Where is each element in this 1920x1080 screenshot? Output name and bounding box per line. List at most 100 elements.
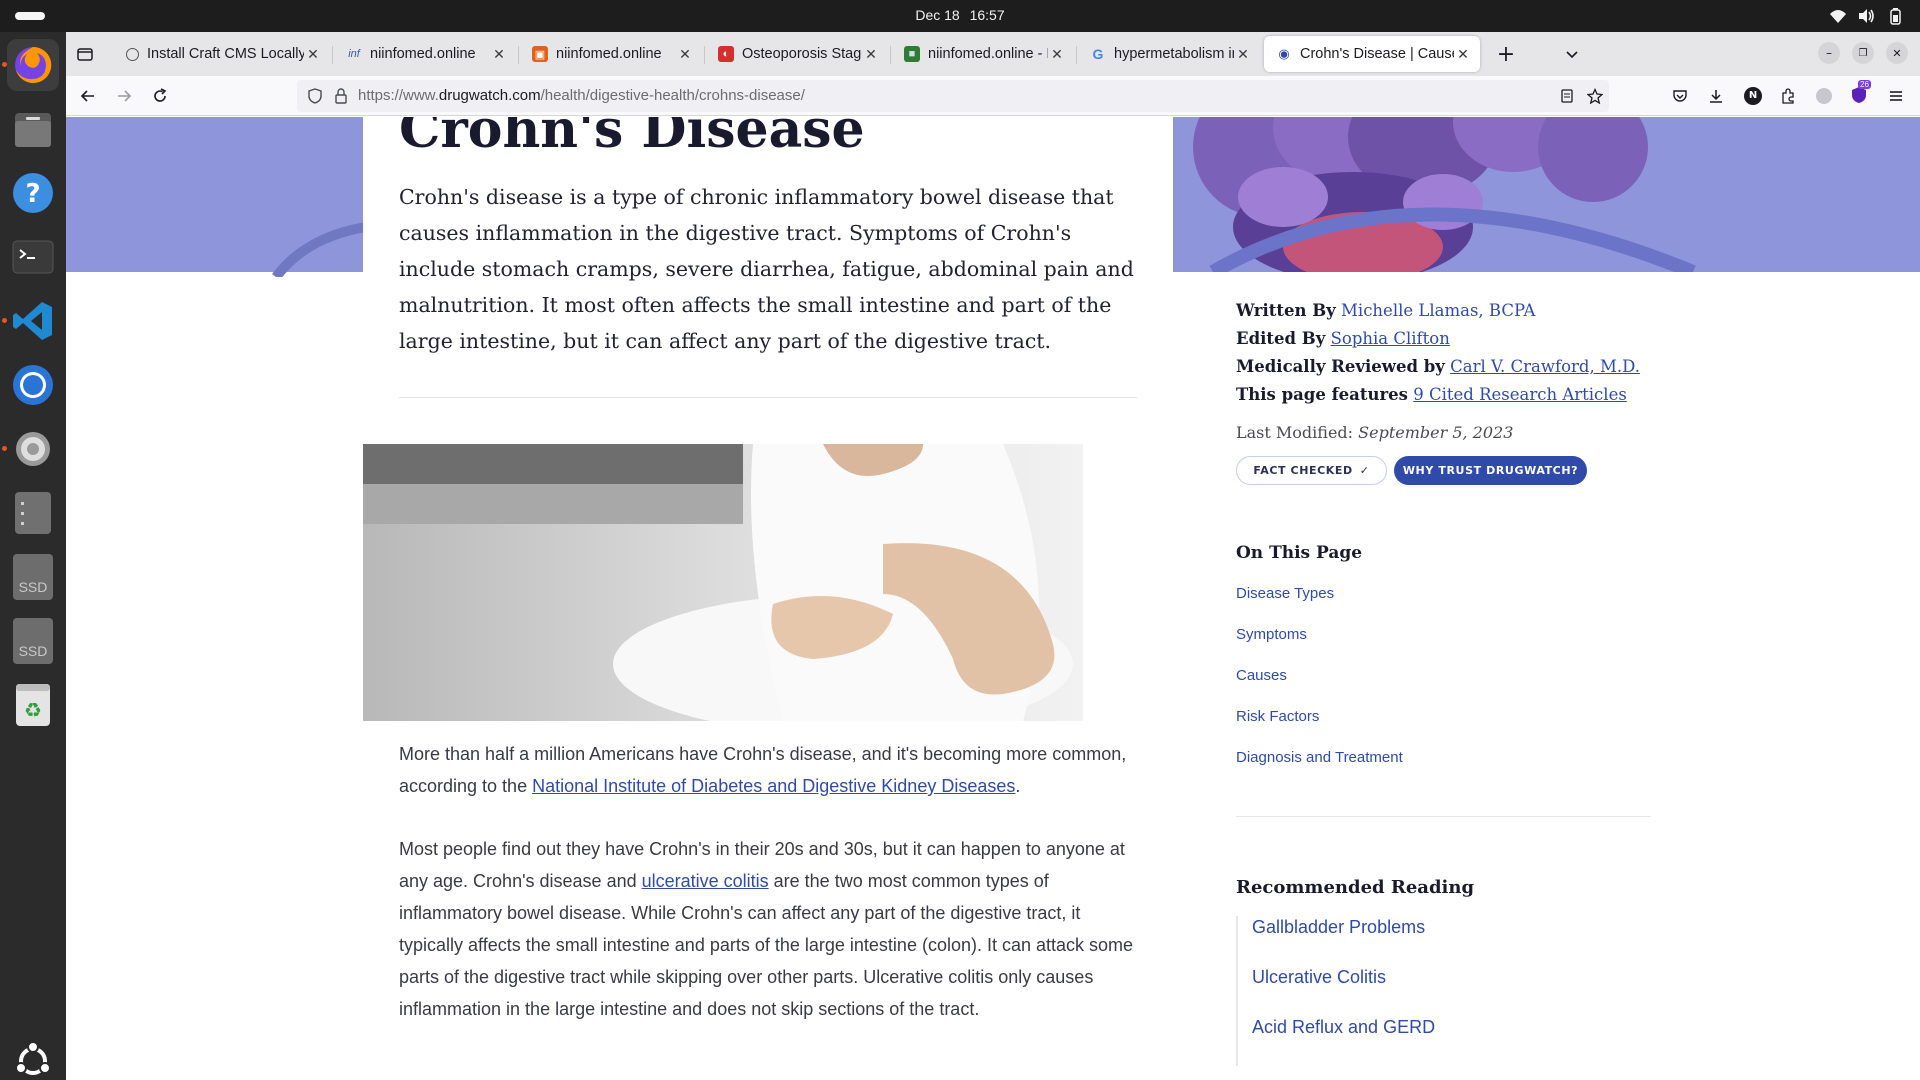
- green-favicon-icon: ■: [904, 46, 920, 62]
- toc-link-diagnosis[interactable]: Diagnosis and Treatment: [1236, 747, 1656, 788]
- google-icon: G: [1092, 46, 1104, 62]
- toc-link-symptoms[interactable]: Symptoms: [1236, 624, 1656, 665]
- close-icon[interactable]: ✕: [304, 46, 322, 63]
- close-icon[interactable]: ✕: [490, 46, 508, 63]
- recommended-link-acid-reflux[interactable]: Acid Reflux and GERD: [1252, 1016, 1656, 1066]
- volume-icon[interactable]: [1857, 7, 1875, 25]
- dock-files[interactable]: [7, 103, 59, 155]
- dock-disk[interactable]: [7, 487, 59, 539]
- pocket-icon[interactable]: [1672, 88, 1688, 104]
- tab-title: niinfomed.online: [370, 46, 476, 62]
- svg-text:♻: ♻: [24, 698, 42, 722]
- tab-niinfomed-1[interactable]: inf niinfomed.online ✕: [334, 36, 516, 72]
- dock-vscode[interactable]: [2, 295, 59, 347]
- back-button[interactable]: [74, 82, 102, 110]
- niddk-link[interactable]: National Institute of Diabetes and Diges…: [532, 776, 1015, 796]
- close-window-button[interactable]: ✕: [1886, 42, 1908, 64]
- drive-icon: [15, 492, 51, 534]
- chrome-icon: [13, 365, 53, 405]
- system-top-bar: Dec 18 16:57: [0, 0, 1920, 32]
- profile-extension-icon[interactable]: [1816, 88, 1832, 104]
- toc-link-causes[interactable]: Causes: [1236, 665, 1656, 706]
- tab-niinfomed-health[interactable]: ■ niinfomed.online - Healt ✕: [892, 36, 1074, 72]
- dock-chrome[interactable]: [7, 359, 59, 411]
- url-domain: drugwatch.com: [438, 87, 541, 104]
- close-icon[interactable]: ✕: [1454, 46, 1472, 63]
- tab-osteoporosis[interactable]: ◐ Osteoporosis Stages Bor ✕: [706, 36, 888, 72]
- article-photo: [363, 444, 1083, 721]
- tab-niinfomed-2[interactable]: ▣ niinfomed.online ✕: [520, 36, 702, 72]
- editor-link[interactable]: Sophia Clifton: [1331, 329, 1450, 348]
- wifi-icon[interactable]: [1829, 7, 1847, 25]
- para1-end: .: [1015, 776, 1021, 796]
- sidebar: Written By Michelle Llamas, BCPA Edited …: [1236, 272, 1656, 1066]
- edited-by-line: Edited By Sophia Clifton: [1236, 325, 1656, 353]
- url-bar[interactable]: https://www.drugwatch.com/health/digesti…: [297, 80, 1609, 112]
- tab-install-craft[interactable]: Install Craft CMS Locally ✕: [114, 36, 330, 72]
- dock-firefox[interactable]: [2, 39, 59, 91]
- navigation-bar: https://www.drugwatch.com/health/digesti…: [66, 76, 1920, 116]
- recommended-link-gallbladder[interactable]: Gallbladder Problems: [1252, 916, 1656, 966]
- cited-articles-link[interactable]: 9 Cited Research Articles: [1413, 385, 1627, 404]
- ulcerative-colitis-link[interactable]: ulcerative colitis: [642, 871, 769, 891]
- gear-icon: [16, 432, 50, 466]
- check-icon: ✓: [1359, 464, 1370, 477]
- tab-google-search[interactable]: G hypermetabolism in ulce ✕: [1078, 36, 1260, 72]
- tab-overview-button[interactable]: [71, 40, 99, 68]
- close-icon[interactable]: ✕: [1048, 46, 1066, 63]
- web-page[interactable]: Crohn's Disease Crohn's disease is a typ…: [66, 117, 1920, 1080]
- reader-view-icon[interactable]: [1559, 88, 1575, 104]
- close-icon[interactable]: ✕: [676, 46, 694, 63]
- notion-extension-icon[interactable]: N: [1744, 87, 1762, 105]
- toc-link-risk-factors[interactable]: Risk Factors: [1236, 706, 1656, 747]
- tab-list-icon: [77, 48, 93, 61]
- author-link[interactable]: Michelle Llamas, BCPA: [1341, 301, 1535, 320]
- dock-settings[interactable]: [2, 423, 59, 475]
- dock-help[interactable]: ?: [7, 167, 59, 219]
- dock-ssd-1[interactable]: SSD: [7, 551, 59, 603]
- lock-icon[interactable]: [334, 88, 348, 104]
- last-modified-date: September 5, 2023: [1358, 423, 1514, 442]
- dock-trash[interactable]: ♻: [7, 679, 59, 731]
- plus-icon: +: [1496, 41, 1516, 67]
- dock-ssd-2[interactable]: SSD: [7, 615, 59, 667]
- battery-icon[interactable]: [1886, 7, 1904, 25]
- url-text[interactable]: https://www.drugwatch.com/health/digesti…: [358, 80, 805, 112]
- dock-terminal[interactable]: [7, 231, 59, 283]
- shield-extension-button[interactable]: 26: [1850, 80, 1871, 104]
- help-icon: ?: [13, 173, 53, 213]
- dock-show-apps[interactable]: [7, 1035, 59, 1080]
- trust-badges: FACT CHECKED ✓ WHY TRUST DRUGWATCH?: [1236, 456, 1656, 485]
- shield-icon[interactable]: [307, 88, 323, 104]
- article-paragraph-1: More than half a million Americans have …: [399, 738, 1139, 802]
- reviewer-link[interactable]: Carl V. Crawford, M.D.: [1450, 357, 1640, 376]
- toc-link-disease-types[interactable]: Disease Types: [1236, 583, 1656, 624]
- extensions-icon[interactable]: [1780, 88, 1796, 104]
- close-icon[interactable]: ✕: [862, 46, 880, 63]
- close-icon[interactable]: ✕: [1234, 46, 1252, 63]
- files-icon: [15, 113, 51, 147]
- fact-checked-button[interactable]: FACT CHECKED ✓: [1236, 456, 1387, 485]
- reload-button[interactable]: [146, 82, 174, 110]
- dock: ? SSD SSD ♻: [0, 32, 66, 1080]
- tab-crohns-active[interactable]: ◉ Crohn's Disease | Causes ✕: [1264, 36, 1480, 72]
- star-icon[interactable]: [1587, 88, 1603, 104]
- download-icon[interactable]: [1708, 88, 1724, 104]
- divider: [399, 397, 1137, 398]
- minimize-button[interactable]: –: [1818, 42, 1840, 64]
- list-all-tabs-button[interactable]: [1558, 40, 1586, 68]
- inf-favicon-icon: inf: [348, 48, 360, 60]
- firefox-icon: [15, 46, 52, 83]
- minimize-icon: –: [1826, 46, 1832, 60]
- on-this-page-title: On This Page: [1236, 543, 1363, 563]
- why-trust-button[interactable]: WHY TRUST DRUGWATCH?: [1394, 456, 1587, 485]
- recommended-reading-list: Gallbladder Problems Ulcerative Colitis …: [1236, 916, 1656, 1066]
- trash-icon: ♻: [16, 684, 50, 726]
- new-tab-button[interactable]: +: [1492, 40, 1520, 68]
- url-path: /health/digestive-health/crohns-disease/: [540, 87, 805, 104]
- clock[interactable]: Dec 18 16:57: [0, 0, 1920, 32]
- hamburger-menu-icon[interactable]: [1888, 88, 1904, 104]
- forward-button[interactable]: [110, 82, 138, 110]
- restore-button[interactable]: ❐: [1852, 42, 1874, 64]
- recommended-link-ulcerative-colitis[interactable]: Ulcerative Colitis: [1252, 966, 1656, 1016]
